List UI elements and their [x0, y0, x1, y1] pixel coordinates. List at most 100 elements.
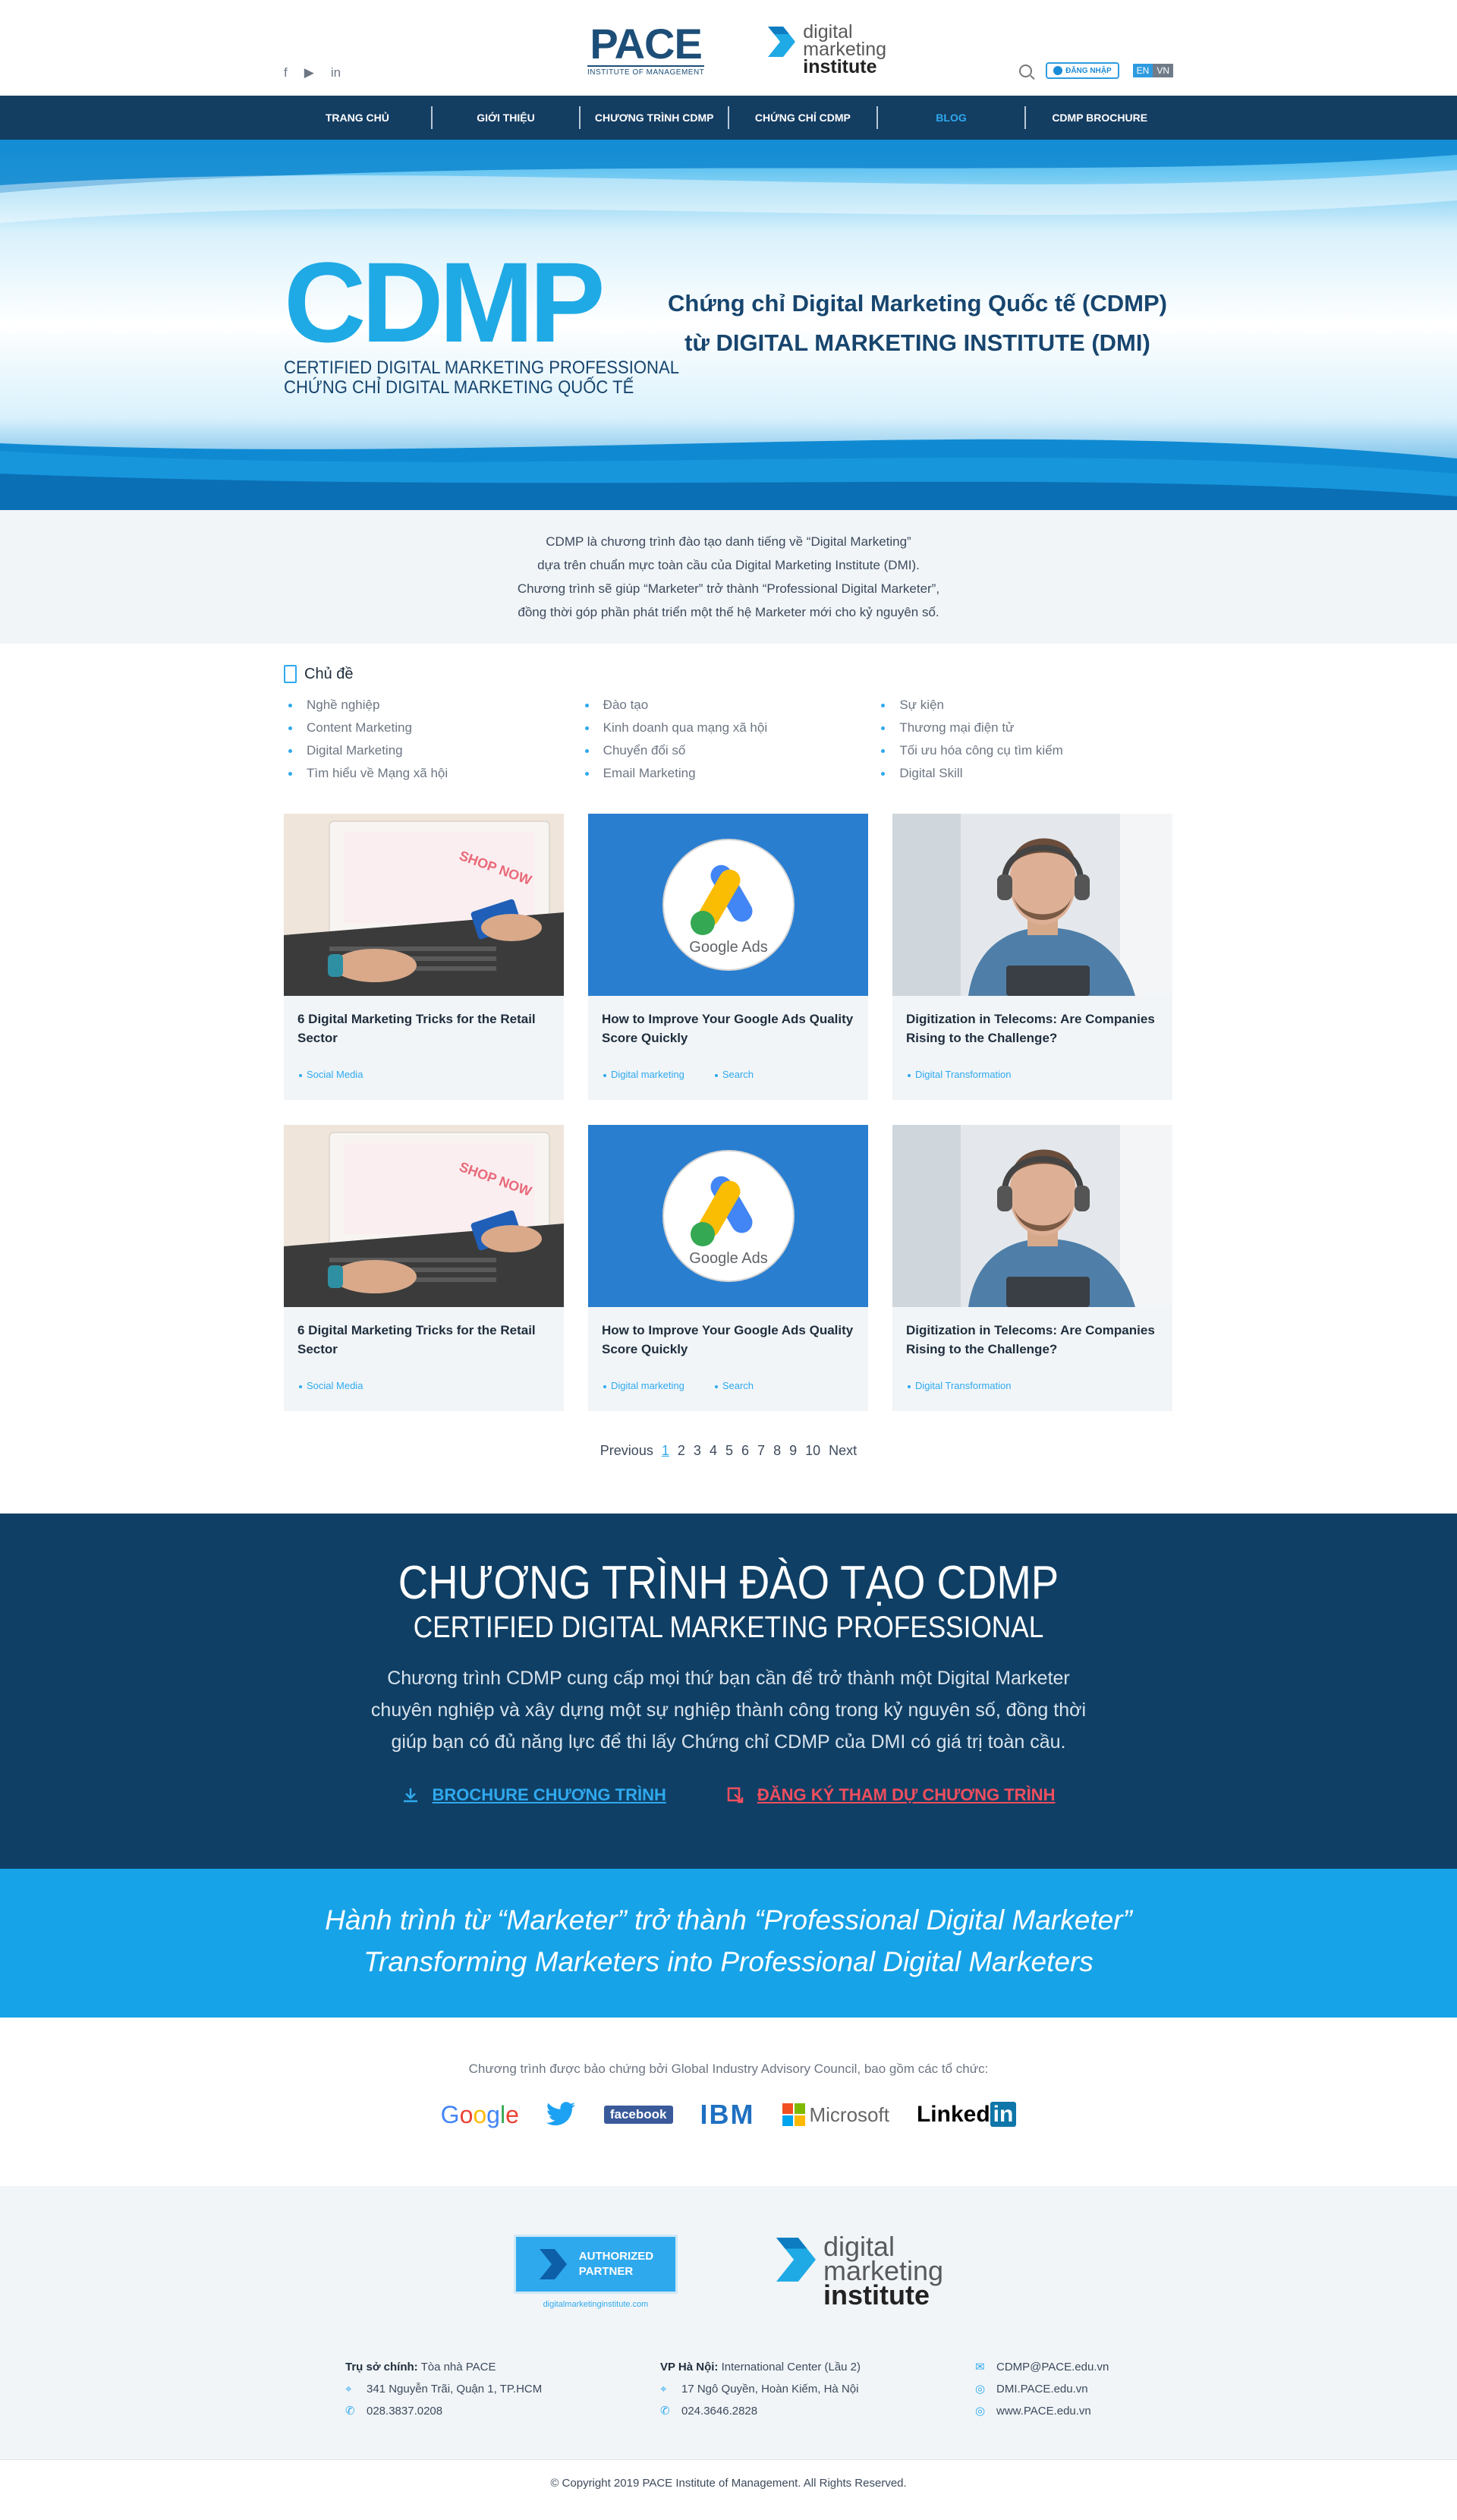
pagination: Previous 1 2 3 4 5 6 7 8 9 10 Next	[284, 1443, 1173, 1459]
post-tag[interactable]: Search	[714, 1380, 754, 1391]
post-tag[interactable]: Social Media	[299, 1380, 363, 1391]
topic-link[interactable]: Đào tạo	[581, 694, 877, 717]
post-tags: Digital Transformation	[892, 1069, 1172, 1080]
man-headphones-image	[892, 1125, 1172, 1307]
topic-link[interactable]: Thương mại điện tử	[876, 717, 1173, 739]
topic-link[interactable]: Digital Marketing	[284, 739, 581, 762]
pagination-page[interactable]: 8	[773, 1443, 781, 1458]
youtube-icon[interactable]: ▶	[304, 65, 314, 80]
dmi-logo[interactable]: digital marketing institute	[768, 23, 886, 77]
post-tag[interactable]: Digital marketing	[603, 1069, 684, 1080]
post-title[interactable]: How to Improve Your Google Ads Quality S…	[588, 996, 868, 1069]
footer-dmi-line-3: institute	[823, 2279, 930, 2311]
pagination-next[interactable]: Next	[829, 1443, 857, 1458]
post-tags: Social Media	[284, 1069, 564, 1080]
download-icon	[403, 1788, 417, 1803]
nav-blog[interactable]: BLOG	[878, 106, 1027, 129]
post-tags: Social Media	[284, 1380, 564, 1391]
post-card[interactable]: Google Ads How to Improve Your Google Ad…	[588, 1125, 868, 1411]
lang-vn-button[interactable]: VN	[1153, 64, 1173, 77]
contact-hq: Trụ sở chính: Tòa nhà PACE ⌖ 341 Nguyễn T…	[345, 2356, 596, 2422]
post-card[interactable]: SHOP NOW 6 Digital Marketing Tricks for …	[284, 1125, 564, 1411]
pagination-page[interactable]: 10	[805, 1443, 820, 1458]
post-card[interactable]: Google Ads How to Improve Your Google Ad…	[588, 814, 868, 1100]
nav-certificate[interactable]: CHỨNG CHỈ CDMP	[729, 106, 878, 129]
pagination-page[interactable]: 3	[694, 1443, 701, 1458]
post-thumbnail-headphones	[892, 1125, 1172, 1307]
facebook-icon[interactable]: f	[284, 65, 288, 80]
microsoft-logo: Microsoft	[782, 2103, 889, 2127]
contact-email[interactable]: CDMP@PACE.edu.vn	[996, 2356, 1109, 2378]
post-tag[interactable]: Search	[714, 1069, 754, 1080]
contact-hanoi: VP Hà Nội: International Center (Lầu 2) …	[660, 2356, 911, 2422]
post-title[interactable]: 6 Digital Marketing Tricks for the Retai…	[284, 1307, 564, 1380]
badge-url[interactable]: digitalmarketinginstitute.com	[514, 2300, 678, 2309]
post-tag[interactable]: Social Media	[299, 1069, 363, 1080]
topic-link[interactable]: Nghề nghiệp	[284, 694, 581, 717]
register-link[interactable]: ĐĂNG KÝ THAM DỰ CHƯƠNG TRÌNH	[727, 1785, 1055, 1805]
post-title[interactable]: How to Improve Your Google Ads Quality S…	[588, 1307, 868, 1380]
pagination-page-current[interactable]: 1	[662, 1443, 669, 1458]
register-icon	[727, 1787, 744, 1803]
intro-line-1: CDMP là chương trình đào tạo danh tiếng …	[546, 534, 911, 549]
post-tag[interactable]: Digital Transformation	[908, 1380, 1011, 1391]
pagination-previous[interactable]: Previous	[600, 1443, 653, 1458]
man-headphones-image	[892, 814, 1172, 996]
contact-site-pace[interactable]: www.PACE.edu.vn	[996, 2400, 1091, 2422]
post-title[interactable]: 6 Digital Marketing Tricks for the Retai…	[284, 996, 564, 1069]
topic-link[interactable]: Sự kiện	[876, 694, 1173, 717]
microsoft-squares-icon	[782, 2103, 805, 2126]
google-ads-icon: Google Ads	[662, 839, 795, 971]
microsoft-logo-text: Microsoft	[809, 2103, 889, 2126]
lang-en-button[interactable]: EN	[1132, 64, 1153, 77]
pagination-page[interactable]: 6	[741, 1443, 749, 1458]
topic-link[interactable]: Tìm hiểu về Mạng xã hội	[284, 762, 581, 785]
pagination-page[interactable]: 5	[725, 1443, 733, 1458]
topic-link[interactable]: Digital Skill	[876, 762, 1173, 785]
topic-link[interactable]: Tối ưu hóa công cụ tìm kiếm	[876, 739, 1173, 762]
pace-logo[interactable]: PACE INSTITUTE OF MANAGEMENT	[587, 20, 705, 77]
brochure-link[interactable]: BROCHURE CHƯƠNG TRÌNH	[402, 1785, 666, 1805]
nav-program[interactable]: CHƯƠNG TRÌNH CDMP	[581, 106, 730, 129]
linkedin-logo-in: in	[990, 2102, 1017, 2127]
pace-logo-name: PACE	[590, 20, 702, 68]
pagination-page[interactable]: 4	[710, 1443, 717, 1458]
post-card[interactable]: Digitization in Telecoms: Are Companies …	[892, 814, 1172, 1100]
nav-brochure[interactable]: CDMP BROCHURE	[1026, 106, 1173, 129]
pagination-page[interactable]: 7	[757, 1443, 765, 1458]
post-card[interactable]: Digitization in Telecoms: Are Companies …	[892, 1125, 1172, 1411]
hn-name: International Center (Lầu 2)	[721, 2361, 861, 2374]
nav-home[interactable]: TRANG CHỦ	[284, 106, 433, 129]
login-label: ĐĂNG NHẬP	[1065, 66, 1112, 75]
post-title[interactable]: Digitization in Telecoms: Are Companies …	[892, 1307, 1172, 1380]
post-title[interactable]: Digitization in Telecoms: Are Companies …	[892, 996, 1172, 1069]
topic-link[interactable]: Kinh doanh qua mạng xã hội	[581, 717, 877, 739]
linkedin-logo: Linked in	[917, 2102, 1017, 2128]
site-footer: AUTHORIZED PARTNER digitalmarketinginstit…	[0, 2186, 1457, 2459]
post-card[interactable]: SHOP NOW 6 Digital Marketing Tricks for …	[284, 814, 564, 1100]
pagination-page[interactable]: 2	[678, 1443, 685, 1458]
topic-link[interactable]: Chuyển đổi số	[581, 739, 877, 762]
hq-phone[interactable]: 028.3837.0208	[367, 2400, 442, 2422]
pagination-page[interactable]: 9	[789, 1443, 797, 1458]
topic-column-2: Đào tạo Kinh doanh qua mạng xã hội Chuyể…	[581, 694, 877, 785]
post-tag[interactable]: Digital marketing	[603, 1380, 684, 1391]
topic-link[interactable]: Email Marketing	[581, 762, 877, 785]
nav-about[interactable]: GIỚI THIỆU	[433, 106, 581, 129]
ibm-logo: IBM	[700, 2099, 755, 2130]
program-desc-line-2: chuyên nghiệp và xây dựng một sự nghiệp …	[370, 1699, 1087, 1721]
login-button[interactable]: ĐĂNG NHẬP	[1046, 62, 1119, 79]
post-tag[interactable]: Digital Transformation	[908, 1069, 1011, 1080]
topic-link[interactable]: Content Marketing	[284, 717, 581, 739]
blog-section: Chủ đề Nghề nghiệp Content Marketing Dig…	[284, 644, 1173, 1459]
hn-phone[interactable]: 024.3646.2828	[681, 2400, 757, 2422]
intro-line-3: Chương trình sẽ giúp “Marketer” trở thàn…	[517, 581, 940, 596]
program-description: Chương trình CDMP cung cấp mọi thứ bạn c…	[0, 1662, 1457, 1758]
footer-dmi-logo: digital marketing institute	[776, 2233, 943, 2309]
linkedin-icon[interactable]: in	[331, 65, 341, 80]
search-icon[interactable]	[1019, 64, 1033, 77]
program-desc-line-1: Chương trình CDMP cung cấp mọi thứ bạn c…	[387, 1668, 1070, 1689]
contact-site-dmi[interactable]: DMI.PACE.edu.vn	[996, 2378, 1088, 2400]
site-header: f ▶ in PACE INSTITUTE OF MANAGEMENT digi…	[0, 0, 1457, 140]
top-bar: f ▶ in PACE INSTITUTE OF MANAGEMENT digi…	[284, 0, 1173, 96]
